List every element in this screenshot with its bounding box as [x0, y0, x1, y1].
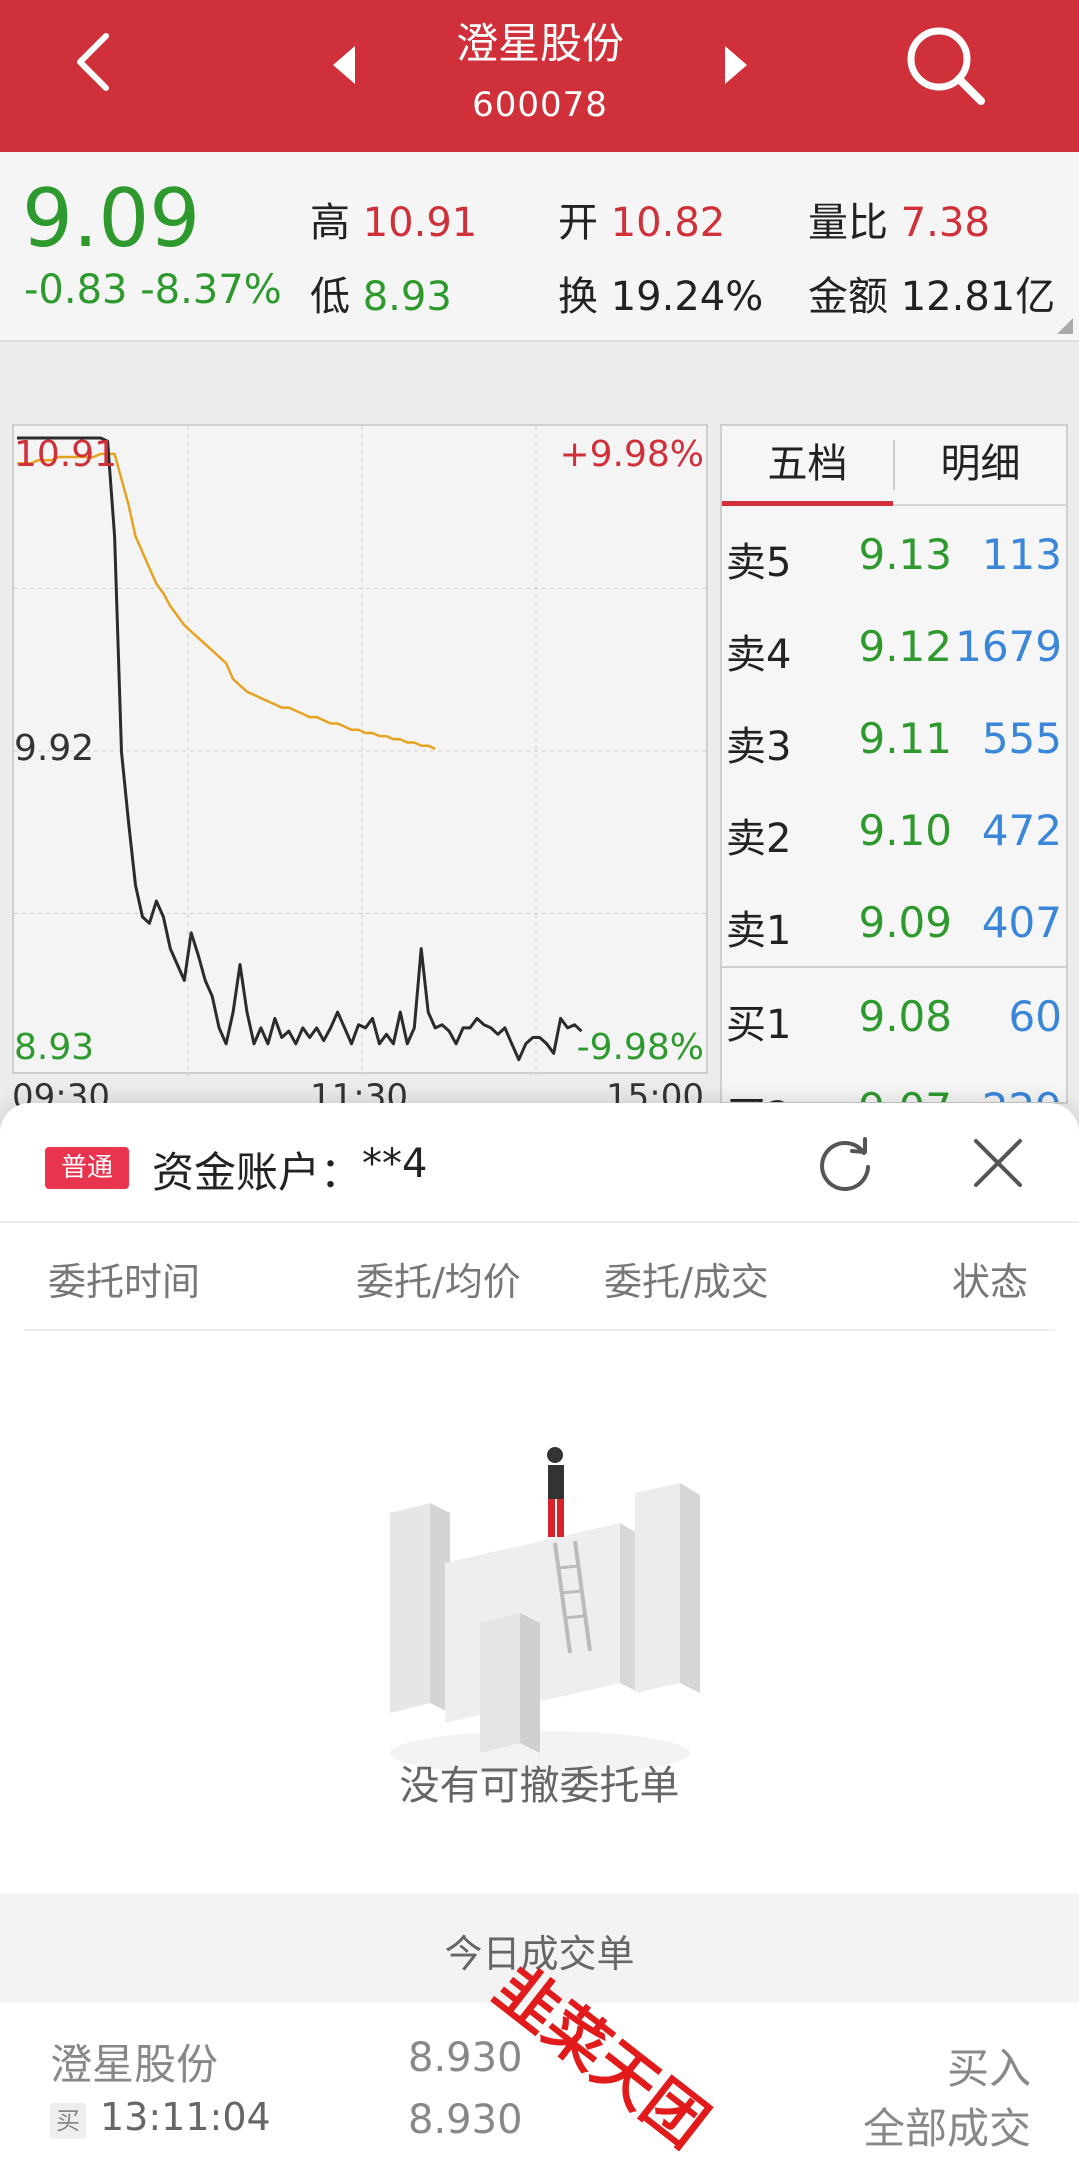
current-price: 9.09	[22, 172, 201, 265]
book-level-price: 9.07	[832, 1084, 952, 1102]
top-nav-bar: 澄星股份 600078	[0, 0, 1079, 152]
book-level-label: 卖1	[726, 908, 792, 954]
empty-state-message: 没有可撤委托单	[399, 1763, 680, 1809]
turnover-stat: 换 19.24%	[558, 264, 763, 322]
book-level-volume: 229	[982, 1084, 1062, 1102]
trade-side: 买入	[946, 2044, 1031, 2093]
book-row-sell3[interactable]: 卖3 9.11 555	[722, 690, 1066, 782]
turnover-value: 19.24%	[610, 274, 764, 320]
y-axis-mid-label: 9.92	[14, 728, 95, 769]
book-level-volume: 1679	[955, 622, 1062, 671]
stock-code: 600078	[472, 85, 608, 125]
book-level-volume: 407	[981, 898, 1062, 947]
book-row-sell2[interactable]: 卖2 9.10 472	[722, 782, 1066, 874]
header-divider	[24, 1329, 1055, 1331]
volume-ratio-label: 量比	[808, 200, 888, 246]
y-axis-high-label: 10.91	[14, 434, 118, 475]
pct-high-label: +9.98%	[559, 434, 704, 475]
column-header-order-qty: 委托/成交	[604, 1260, 769, 1304]
chart-grid	[14, 426, 710, 1076]
price-change: -0.83 -8.37%	[24, 267, 282, 313]
amount-value: 12.81亿	[900, 274, 1056, 320]
search-button[interactable]	[895, 15, 995, 115]
refresh-icon	[820, 1137, 870, 1191]
order-book-tabs: 五档 明细	[722, 426, 1066, 506]
trade-stock-name: 澄星股份	[50, 2040, 219, 2089]
high-stat: 高 10.91	[310, 190, 477, 248]
book-level-volume: 472	[981, 806, 1062, 855]
tab-details[interactable]: 明细	[895, 426, 1066, 504]
volume-ratio-value: 7.38	[900, 200, 990, 246]
low-label: 低	[310, 274, 350, 320]
quote-panel: 9.09 -0.83 -8.37% 高 10.91 低 8.93 开 10.82…	[0, 152, 1079, 342]
chevron-left-icon	[77, 33, 109, 91]
column-header-status: 状态	[952, 1260, 1029, 1304]
triangle-right-icon	[725, 46, 747, 84]
column-header-order-time: 委托时间	[48, 1260, 201, 1304]
book-level-price: 9.08	[858, 992, 952, 1041]
book-row-sell4[interactable]: 卖4 9.12 1679	[722, 598, 1066, 690]
low-value: 8.93	[362, 274, 452, 320]
high-value: 10.91	[362, 200, 478, 246]
trade-status: 全部成交	[862, 2104, 1031, 2153]
sheet-header: 普通 资金账户： **4	[0, 1103, 1079, 1223]
book-level-label: 买2	[726, 1084, 791, 1102]
refresh-button[interactable]	[812, 1131, 878, 1197]
low-stat: 低 8.93	[310, 264, 452, 322]
empty-state-illustration	[390, 1447, 700, 1775]
stock-name: 澄星股份	[455, 19, 624, 68]
column-header-order-price: 委托/均价	[356, 1260, 521, 1304]
amount-label: 金额	[808, 274, 888, 320]
turnover-label: 换	[558, 274, 598, 320]
account-type-badge: 普通	[45, 1147, 129, 1189]
open-value: 10.82	[610, 200, 726, 246]
book-level-label: 卖3	[726, 724, 792, 770]
book-row-buy2[interactable]: 买2 9.07 229	[722, 1060, 1066, 1102]
expand-corner-icon[interactable]	[1057, 318, 1073, 334]
account-label: 资金账户：	[152, 1148, 363, 1197]
average-price-line	[17, 452, 436, 750]
book-row-buy1[interactable]: 买1 9.08 60	[722, 968, 1066, 1060]
book-level-price: 9.13	[858, 530, 952, 579]
book-level-label: 卖4	[726, 632, 792, 678]
book-level-label: 卖5	[726, 540, 792, 586]
high-label: 高	[310, 200, 350, 246]
book-row-sell1[interactable]: 卖1 9.09 407	[722, 874, 1066, 966]
order-book: 五档 明细 卖5 9.13 113 卖4 9.12 1679 卖3 9.11 5…	[720, 424, 1068, 1104]
book-level-label: 买1	[726, 1002, 792, 1048]
price-line	[17, 436, 583, 1062]
book-level-price: 9.10	[858, 806, 952, 855]
intraday-chart-svg	[14, 426, 710, 1076]
amount-stat: 金额 12.81亿	[808, 264, 1055, 322]
y-axis-low-label: 8.93	[14, 1027, 95, 1068]
book-level-price: 9.11	[858, 714, 952, 763]
volume-ratio-stat: 量比 7.38	[808, 190, 990, 248]
book-level-label: 卖2	[726, 816, 792, 862]
open-label: 开	[558, 200, 598, 246]
pct-low-label: -9.98%	[576, 1027, 704, 1068]
book-level-volume: 555	[981, 714, 1062, 763]
intraday-chart[interactable]: 10.91 +9.98% 9.92 8.93 -9.98%	[12, 424, 710, 1076]
open-stat: 开 10.82	[558, 190, 725, 248]
book-level-price: 9.09	[858, 898, 952, 947]
tab-five-levels[interactable]: 五档	[722, 426, 893, 506]
book-level-volume: 60	[1008, 992, 1062, 1041]
book-level-volume: 113	[981, 530, 1062, 579]
close-button[interactable]	[968, 1133, 1028, 1193]
book-row-sell5[interactable]: 卖5 9.13 113	[722, 506, 1066, 598]
close-icon	[974, 1139, 1022, 1187]
book-level-price: 9.12	[858, 622, 952, 671]
search-icon	[907, 27, 985, 105]
back-button[interactable]	[60, 22, 130, 102]
next-stock-button[interactable]	[715, 40, 755, 90]
trade-avg-price: 8.930	[408, 2097, 523, 2143]
trade-time: 13:11:04	[100, 2095, 271, 2139]
trade-order-price: 8.930	[408, 2035, 523, 2081]
trade-type-badge: 买	[50, 2103, 86, 2139]
account-number[interactable]: **4	[362, 1141, 427, 1187]
